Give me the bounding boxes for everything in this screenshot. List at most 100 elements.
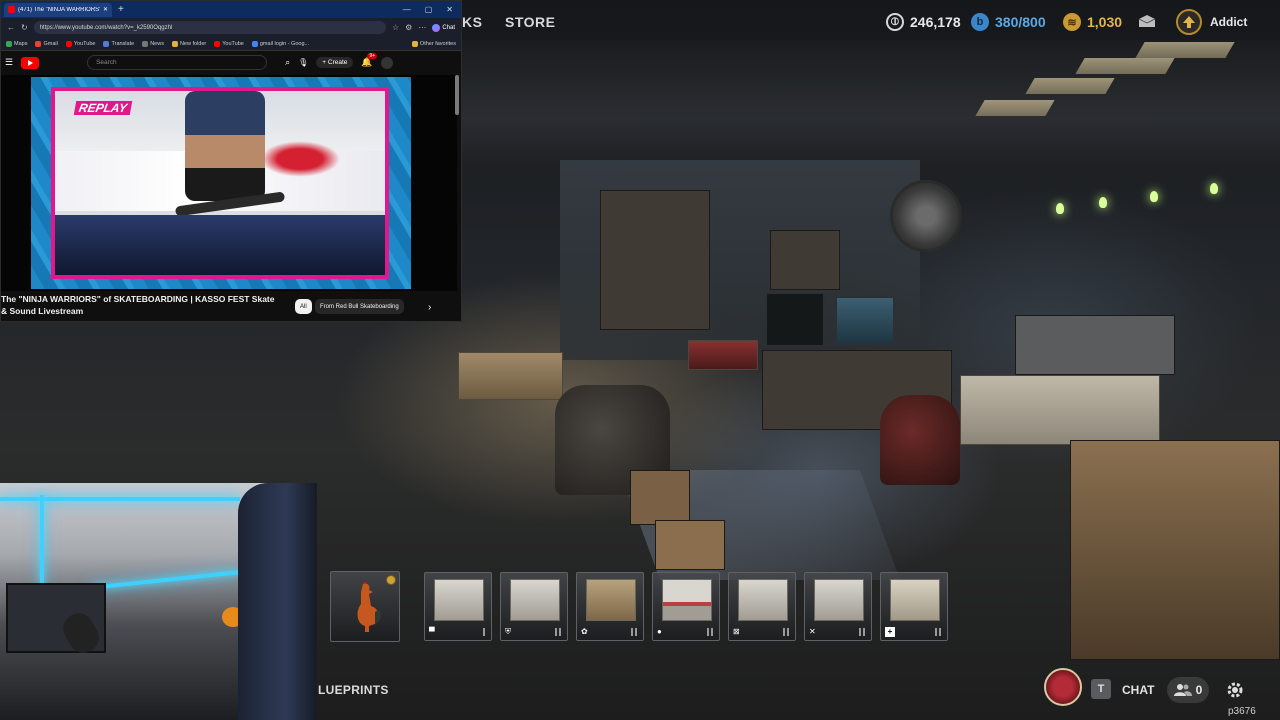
chevron-right-icon[interactable]: › xyxy=(428,302,431,313)
level-badge-icon[interactable] xyxy=(1176,9,1202,35)
currency-blue-value: 380/800 xyxy=(995,14,1046,30)
replay-frame xyxy=(51,87,389,279)
crossed-icon: ⊠ xyxy=(733,627,740,636)
currency-silver-value: 246,178 xyxy=(910,14,961,30)
hotbar-slot-rooster[interactable] xyxy=(330,571,400,642)
blueprints-tab[interactable]: LUEPRINTS xyxy=(318,683,389,697)
workbench-thumbnail xyxy=(890,579,940,621)
browser-tab-title: (471) The "NINJA WARRIORS" of SKATEBOARD… xyxy=(18,6,100,13)
bookmark-label: Gmail xyxy=(43,40,58,47)
chat-icon xyxy=(432,23,441,32)
store-tab[interactable]: STORE xyxy=(505,14,555,30)
youtube-header: ☰ Search ⌕ 🎙 + Create 🔔 9+ xyxy=(1,51,461,74)
replay-label: REPLAY xyxy=(73,101,133,115)
office-chair xyxy=(880,395,960,485)
settings-button[interactable] xyxy=(1220,676,1250,704)
hotbar-slot-workbench-2[interactable]: ⛨ xyxy=(500,572,568,641)
maps-icon xyxy=(6,40,12,47)
youtube-icon xyxy=(65,40,72,47)
extensions-icon[interactable]: ⚙ xyxy=(405,23,412,32)
chip-all[interactable]: All xyxy=(295,299,312,314)
youtube-logo-icon[interactable] xyxy=(21,56,40,69)
currency-gold-value: 1,030 xyxy=(1087,14,1123,30)
browser-window[interactable]: (471) The "NINJA WARRIORS" of SKATEBOARD… xyxy=(0,0,462,322)
gmail-icon xyxy=(35,40,42,47)
bookmark-item[interactable]: News xyxy=(142,40,164,47)
create-button[interactable]: + Create xyxy=(316,57,354,68)
microphone-icon[interactable]: 🎙 xyxy=(298,58,308,67)
bookmark-item[interactable]: YouTube xyxy=(65,40,95,47)
watermark-text: p3676 xyxy=(1228,706,1256,717)
menu-icon[interactable]: ☰ xyxy=(5,57,13,68)
bookmark-label: News xyxy=(150,40,164,47)
hud-tab-partial[interactable]: KS xyxy=(462,14,482,30)
close-tab-icon[interactable]: ✕ xyxy=(103,6,108,13)
bookmark-item[interactable]: Gmail xyxy=(35,40,58,47)
minimize-icon[interactable]: — xyxy=(403,5,411,14)
workbench-thumbnail xyxy=(814,579,864,621)
red-table xyxy=(688,340,758,370)
hotbar-slot-workbench-6[interactable]: ✕ xyxy=(804,572,872,641)
folder-icon xyxy=(411,40,418,47)
gold-currency-icon: ≋ xyxy=(1063,13,1081,31)
youtube-favicon-icon xyxy=(8,6,15,13)
bookmark-item[interactable]: New folder xyxy=(171,40,207,47)
back-shelf xyxy=(600,190,710,330)
browser-tabbar: (471) The "NINJA WARRIORS" of SKATEBOARD… xyxy=(1,1,461,18)
video-title[interactable]: The "NINJA WARRIORS" of SKATEBOARDING | … xyxy=(1,293,281,317)
friends-button[interactable]: 0 xyxy=(1167,677,1209,703)
player-avatar[interactable] xyxy=(1044,668,1082,706)
gaming-chair xyxy=(238,483,317,720)
bookmark-item[interactable]: YouTube xyxy=(214,40,244,47)
rooster-badge-icon xyxy=(386,575,396,585)
more-icon[interactable]: ⋯ xyxy=(418,23,426,32)
maximize-icon[interactable]: ▢ xyxy=(425,5,433,14)
search-icon[interactable]: ⌕ xyxy=(285,57,290,68)
green-bulb xyxy=(1210,183,1218,194)
bookmark-label: gmail login - Goog... xyxy=(259,40,310,47)
hotbar-slot-workbench-3[interactable]: ✿ xyxy=(576,572,644,641)
video-player[interactable]: REPLAY xyxy=(1,75,457,291)
bookmark-item[interactable]: Other favorites xyxy=(411,40,456,47)
shield-icon: ⛨ xyxy=(505,627,511,636)
hotbar-slot-workbench-4[interactable]: ● xyxy=(652,572,720,641)
crt-monitor xyxy=(835,296,895,346)
right-wall-rack xyxy=(1015,315,1175,375)
green-bulb xyxy=(1099,197,1107,208)
bookmark-label: New folder xyxy=(179,40,207,47)
scrollbar[interactable] xyxy=(455,75,459,115)
new-tab-icon[interactable]: + xyxy=(118,4,124,15)
refresh-icon[interactable]: ↻ xyxy=(21,23,28,32)
close-window-icon[interactable]: ✕ xyxy=(446,5,453,14)
star-icon[interactable]: ☆ xyxy=(392,23,399,32)
blue-currency-icon: b xyxy=(971,13,989,31)
level-bars-icon xyxy=(555,628,561,636)
workbench-thumbnail xyxy=(586,579,636,621)
chat-button[interactable]: CHAT xyxy=(1122,683,1154,697)
left-table xyxy=(458,352,563,400)
bookmark-label: Translate xyxy=(111,40,135,47)
url-field[interactable]: https://www.youtube.com/watch?v=_k2590Oq… xyxy=(33,21,386,34)
bookmark-item[interactable]: gmail login - Goog... xyxy=(251,40,310,47)
bookmark-label: YouTube xyxy=(222,40,244,47)
chat-button[interactable]: Chat xyxy=(432,23,455,32)
plus-icon: + xyxy=(885,627,895,637)
bookmark-item[interactable]: Translate xyxy=(103,40,135,47)
translate-icon xyxy=(103,40,110,47)
hotbar-slot-workbench-1[interactable]: ▀ xyxy=(424,572,492,641)
back-icon[interactable]: ← xyxy=(7,23,15,32)
crate xyxy=(655,520,725,570)
chip-red-bull[interactable]: From Red Bull Skateboarding xyxy=(315,299,404,314)
browser-tab[interactable]: (471) The "NINJA WARRIORS" of SKATEBOARD… xyxy=(4,2,112,17)
hotbar-slot-workbench-5[interactable]: ⊠ xyxy=(728,572,796,641)
mail-icon[interactable] xyxy=(1137,12,1157,30)
back-shelf xyxy=(770,230,840,290)
notifications-icon[interactable]: 🔔 9+ xyxy=(361,53,378,68)
youtube-search-input[interactable]: Search xyxy=(87,55,268,70)
skater xyxy=(185,91,265,201)
hotbar-slot-workbench-7[interactable]: + xyxy=(880,572,948,641)
bookmark-item[interactable]: Maps xyxy=(6,40,27,47)
surgical-lamp xyxy=(890,180,962,252)
level-bars-icon xyxy=(859,628,865,636)
account-avatar-icon[interactable] xyxy=(380,56,393,69)
